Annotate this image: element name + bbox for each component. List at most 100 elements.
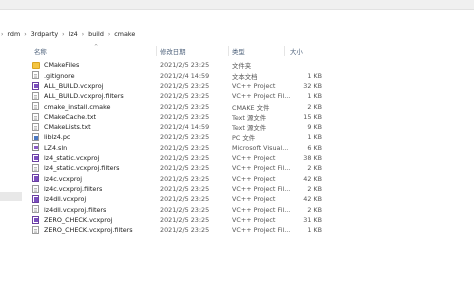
- file-date: 2021/2/5 23:25: [160, 164, 210, 173]
- file-size: 9 KB: [307, 123, 322, 132]
- file-size: 2 KB: [307, 102, 322, 111]
- text-file-icon: [32, 71, 39, 80]
- column-header-row: ^ 名称 修改日期 类型 大小: [0, 44, 474, 58]
- file-row[interactable]: CMakeLists.txt 2021/2/4 14:59 Text 源文件 9…: [0, 122, 474, 132]
- breadcrumb-item-3rdparty[interactable]: 3rdparty: [30, 30, 60, 38]
- file-name: cmake_install.cmake: [44, 102, 111, 111]
- file-date: 2021/2/5 23:25: [160, 184, 210, 193]
- breadcrumb-separator: ›: [24, 30, 27, 38]
- file-name: CMakeCache.txt: [44, 112, 96, 121]
- file-date: 2021/2/5 23:25: [160, 205, 210, 214]
- file-row[interactable]: lz4dll.vcxproj.filters 2021/2/5 23:25 VC…: [0, 204, 474, 214]
- file-name: ZERO_CHECK.vcxproj.filters: [44, 226, 133, 235]
- text-file-icon: [32, 122, 39, 131]
- file-date: 2021/2/5 23:25: [160, 92, 210, 101]
- file-date: 2021/2/5 23:25: [160, 226, 210, 235]
- file-date: 2021/2/5 23:25: [160, 112, 210, 121]
- file-name: ZERO_CHECK.vcxproj: [44, 215, 113, 224]
- file-name: ALL_BUILD.vcxproj: [44, 81, 104, 90]
- breadcrumb-separator: ›: [81, 30, 85, 38]
- file-type: 文件夹: [232, 62, 252, 71]
- file-size: 42 KB: [303, 195, 322, 204]
- file-name: ALL_BUILD.vcxproj.filters: [44, 92, 124, 101]
- file-size: 2 KB: [307, 164, 322, 173]
- vcxproj-filters-icon: [32, 205, 39, 214]
- column-divider[interactable]: [228, 46, 229, 56]
- file-size: 42 KB: [303, 174, 322, 183]
- breadcrumb-item-lz4[interactable]: lz4: [68, 30, 79, 38]
- file-date: 2021/2/5 23:25: [160, 174, 210, 183]
- breadcrumb-item-build[interactable]: build: [87, 30, 105, 38]
- file-row[interactable]: lz4c.vcxproj 2021/2/5 23:25 VC++ Project…: [0, 173, 474, 183]
- file-date: 2021/2/5 23:25: [160, 215, 210, 224]
- column-header-type[interactable]: 类型: [232, 47, 245, 56]
- window-top-strip: [0, 0, 474, 10]
- pc-file-icon: [32, 133, 39, 142]
- file-name: lz4c.vcxproj.filters: [44, 184, 103, 193]
- column-header-date[interactable]: 修改日期: [160, 47, 186, 56]
- vcxproj-icon: [32, 153, 39, 162]
- vcxproj-icon: [32, 81, 39, 90]
- text-file-icon: [32, 112, 39, 121]
- file-size: 38 KB: [303, 154, 322, 163]
- file-date: 2021/2/5 23:25: [160, 154, 210, 163]
- file-name: lz4c.vcxproj: [44, 174, 83, 183]
- breadcrumb-item-rdm[interactable]: rdm: [6, 30, 21, 38]
- file-row[interactable]: lz4c.vcxproj.filters 2021/2/5 23:25 VC++…: [0, 184, 474, 194]
- breadcrumb: › rdm › 3rdparty › lz4 › build › cmake: [0, 27, 136, 41]
- file-row[interactable]: lz4dll.vcxproj 2021/2/5 23:25 VC++ Proje…: [0, 194, 474, 204]
- breadcrumb-item-cmake[interactable]: cmake: [113, 30, 136, 38]
- file-size: 2 KB: [307, 184, 322, 193]
- vcxproj-filters-icon: [32, 225, 39, 234]
- file-name: CMakeLists.txt: [44, 123, 91, 132]
- column-divider[interactable]: [156, 46, 157, 56]
- cmake-file-icon: [32, 102, 39, 111]
- file-size: 15 KB: [303, 112, 322, 121]
- file-date: 2021/2/5 23:25: [160, 81, 210, 90]
- file-date: 2021/2/5 23:25: [160, 102, 210, 111]
- file-row[interactable]: cmake_install.cmake 2021/2/5 23:25 CMAKE…: [0, 101, 474, 112]
- file-size: 1 KB: [307, 133, 322, 142]
- file-date: 2021/2/4 14:59: [160, 123, 210, 132]
- file-row[interactable]: lz4_static.vcxproj 2021/2/5 23:25 VC++ P…: [0, 153, 474, 163]
- file-name: lz4dll.vcxproj.filters: [44, 205, 107, 214]
- file-row[interactable]: CMakeFiles 2021/2/5 23:25 文件夹: [0, 60, 474, 70]
- breadcrumb-separator: ›: [107, 30, 111, 38]
- file-date: 2021/2/4 14:59: [160, 71, 210, 80]
- vcxproj-icon: [32, 215, 39, 224]
- file-size: 1 KB: [307, 71, 322, 80]
- file-row[interactable]: lz4_static.vcxproj.filters 2021/2/5 23:2…: [0, 163, 474, 173]
- column-divider[interactable]: [284, 46, 285, 56]
- file-size: 31 KB: [303, 215, 322, 224]
- file-size: 2 KB: [307, 205, 322, 214]
- vcxproj-filters-icon: [32, 91, 39, 100]
- file-date: 2021/2/5 23:25: [160, 61, 210, 70]
- file-date: 2021/2/5 23:25: [160, 195, 210, 204]
- file-row[interactable]: LZ4.sln 2021/2/5 23:25 Microsoft Visual.…: [0, 142, 474, 152]
- file-size: 1 KB: [307, 226, 322, 235]
- file-name: lz4dll.vcxproj: [44, 195, 87, 204]
- breadcrumb-separator: ›: [62, 30, 65, 38]
- file-name: lz4_static.vcxproj: [44, 154, 100, 163]
- vcxproj-icon: [32, 174, 39, 183]
- file-date: 2021/2/5 23:25: [160, 133, 210, 142]
- folder-icon: [31, 62, 40, 69]
- file-row[interactable]: ZERO_CHECK.vcxproj 2021/2/5 23:25 VC++ P…: [0, 215, 474, 225]
- file-row[interactable]: ALL_BUILD.vcxproj 2021/2/5 23:25 VC++ Pr…: [0, 81, 474, 91]
- file-row[interactable]: ALL_BUILD.vcxproj.filters 2021/2/5 23:25…: [0, 91, 474, 101]
- column-header-size[interactable]: 大小: [290, 47, 303, 56]
- file-name: liblz4.pc: [44, 133, 71, 142]
- file-row[interactable]: .gitignore 2021/2/4 14:59 文本文档 1 KB: [0, 70, 474, 81]
- column-header-name[interactable]: 名称: [34, 47, 47, 56]
- file-row[interactable]: liblz4.pc 2021/2/5 23:25 PC 文件 1 KB: [0, 132, 474, 142]
- file-name: .gitignore: [44, 71, 75, 80]
- file-row[interactable]: ZERO_CHECK.vcxproj.filters 2021/2/5 23:2…: [0, 225, 474, 235]
- vcxproj-icon: [32, 194, 39, 203]
- sort-up-icon: ^: [94, 44, 99, 50]
- sln-icon: [32, 143, 39, 152]
- file-size: 1 KB: [307, 92, 322, 101]
- file-name: lz4_static.vcxproj.filters: [44, 164, 120, 173]
- file-row[interactable]: CMakeCache.txt 2021/2/5 23:25 Text 源文件 1…: [0, 112, 474, 122]
- file-name: LZ4.sln: [44, 143, 68, 152]
- file-name: CMakeFiles: [44, 61, 80, 70]
